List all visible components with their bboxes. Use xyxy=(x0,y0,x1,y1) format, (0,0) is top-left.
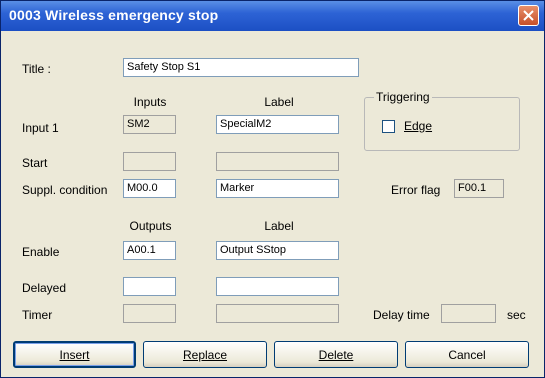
suppl-input-field[interactable]: M00.0 xyxy=(123,179,176,198)
close-icon xyxy=(523,10,534,21)
input1-label-field[interactable]: SpecialM2 xyxy=(216,115,339,134)
enable-label-field[interactable]: Output SStop xyxy=(216,241,339,260)
close-button[interactable] xyxy=(518,5,539,26)
suppl-condition-label: Suppl. condition xyxy=(22,183,108,197)
label-header-bottom: Label xyxy=(264,219,294,233)
delay-time-label: Delay time xyxy=(373,308,430,322)
delayed-output-field[interactable] xyxy=(123,277,176,296)
enable-output-field[interactable]: A00.1 xyxy=(123,241,176,260)
cancel-button[interactable]: Cancel xyxy=(405,341,529,368)
title-bar[interactable]: 0003 Wireless emergency stop xyxy=(1,1,544,31)
title-field[interactable]: Safety Stop S1 xyxy=(123,58,359,77)
delay-time-field[interactable] xyxy=(441,304,496,323)
inputs-header: Inputs xyxy=(133,95,167,109)
input1-label: Input 1 xyxy=(22,121,59,135)
start-input-field[interactable] xyxy=(123,152,176,171)
label-header-top: Label xyxy=(264,95,294,109)
dialog-window: 0003 Wireless emergency stop Title : Saf… xyxy=(0,0,545,378)
edge-checkbox[interactable] xyxy=(382,120,395,133)
enable-label: Enable xyxy=(22,245,60,259)
insert-button[interactable]: Insert xyxy=(13,341,136,368)
delete-button[interactable]: Delete xyxy=(274,341,398,368)
start-label: Start xyxy=(22,156,48,170)
timer-label-field[interactable] xyxy=(216,304,339,323)
triggering-group-title: Triggering xyxy=(374,90,432,104)
error-flag-field[interactable]: F00.1 xyxy=(454,179,504,198)
outputs-header: Outputs xyxy=(129,219,172,233)
replace-button[interactable]: Replace xyxy=(143,341,267,368)
start-label-field[interactable] xyxy=(216,152,339,171)
suppl-label-field[interactable]: Marker xyxy=(216,179,339,198)
timer-label: Timer xyxy=(22,308,53,322)
delayed-label-field[interactable] xyxy=(216,277,339,296)
input1-input-field[interactable]: SM2 xyxy=(123,115,176,134)
error-flag-label: Error flag xyxy=(391,183,441,197)
edge-label: Edge xyxy=(404,119,433,133)
window-title: 0003 Wireless emergency stop xyxy=(9,7,219,23)
title-label: Title : xyxy=(22,62,51,76)
sec-unit-label: sec xyxy=(507,308,526,322)
delayed-label: Delayed xyxy=(22,281,67,295)
timer-output-field[interactable] xyxy=(123,304,176,323)
